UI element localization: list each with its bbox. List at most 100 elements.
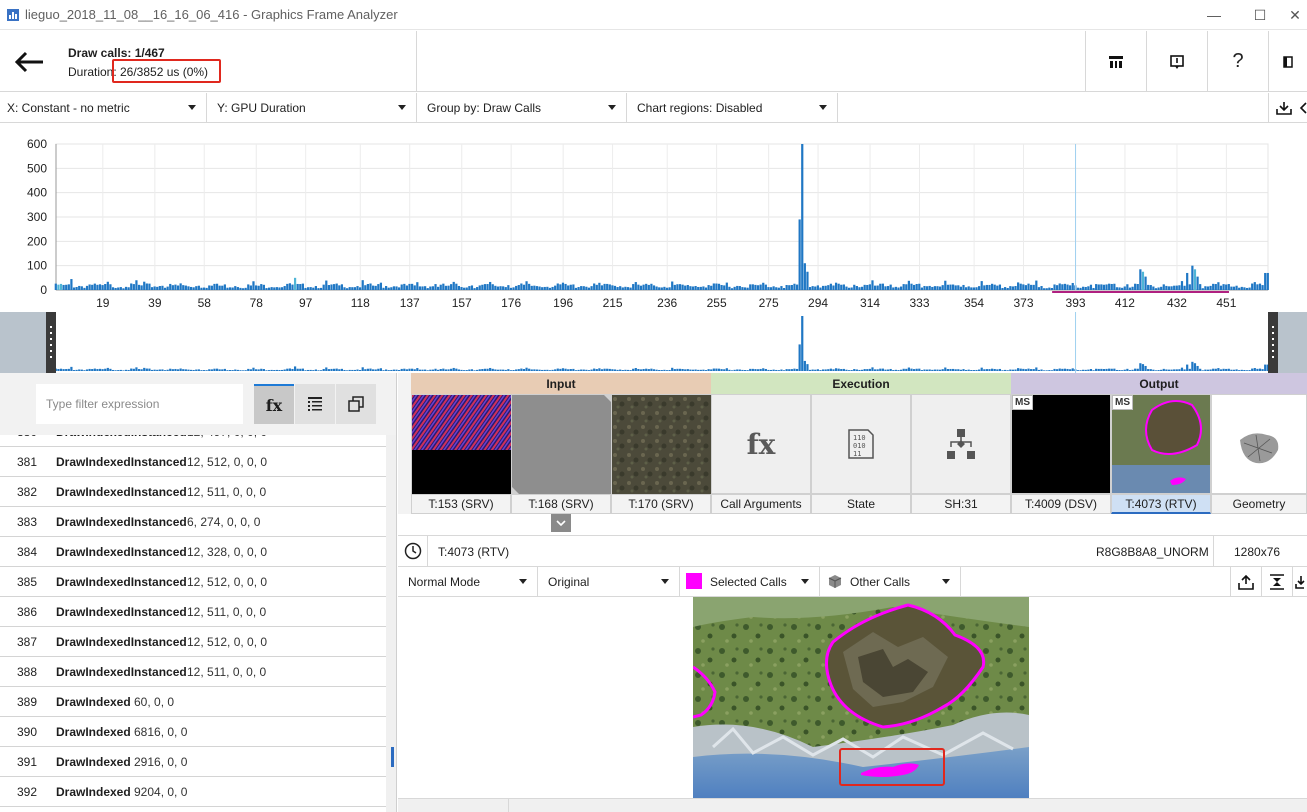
chart-bar[interactable]: [873, 285, 877, 290]
chart-bar[interactable]: [169, 283, 172, 290]
chart-bar[interactable]: [749, 284, 752, 290]
chart-bar[interactable]: [478, 285, 481, 290]
chart-bar[interactable]: [795, 284, 799, 290]
chart-bar[interactable]: [369, 283, 372, 290]
save-image-button[interactable]: [1292, 567, 1307, 596]
chart-bar[interactable]: [1219, 285, 1223, 290]
chart-bar[interactable]: [788, 285, 791, 290]
chart-bar[interactable]: [260, 284, 263, 290]
chart-bar[interactable]: [520, 283, 523, 290]
chart-bar[interactable]: [1115, 287, 1119, 290]
chart-bar[interactable]: [512, 287, 515, 290]
chart-bar[interactable]: [455, 283, 458, 290]
chart-bar[interactable]: [390, 287, 393, 290]
chart-bar[interactable]: [587, 287, 591, 290]
chart-bar[interactable]: [972, 287, 976, 290]
chart-bar[interactable]: [1134, 283, 1137, 290]
chart-bar[interactable]: [322, 284, 325, 290]
chart-bar[interactable]: [582, 286, 585, 290]
chart-bar[interactable]: [489, 281, 492, 290]
minimize-button[interactable]: —: [1191, 0, 1237, 30]
chart-bar[interactable]: [1245, 287, 1249, 290]
draw-call-row[interactable]: 389 DrawIndexed 60, 0, 0: [0, 687, 386, 717]
chart-bar[interactable]: [1147, 284, 1150, 290]
chart-bar[interactable]: [603, 283, 606, 290]
chart-bar[interactable]: [111, 287, 115, 290]
chart-bar[interactable]: [239, 287, 242, 290]
chart-bar[interactable]: [1110, 283, 1113, 290]
chart-bar[interactable]: [395, 286, 398, 290]
overview-left-handle[interactable]: [46, 312, 56, 373]
chart-bar[interactable]: [608, 284, 611, 290]
chart-bar[interactable]: [1154, 288, 1158, 290]
chart-bar[interactable]: [567, 285, 570, 290]
chart-overview-scrubber[interactable]: [0, 312, 1307, 373]
chart-bar[interactable]: [192, 287, 195, 290]
chart-bar[interactable]: [621, 287, 624, 290]
chart-bar[interactable]: [343, 287, 346, 290]
chart-bar[interactable]: [236, 287, 239, 290]
chart-bar[interactable]: [145, 283, 148, 290]
chart-bar[interactable]: [772, 286, 775, 290]
chart-bar[interactable]: [1076, 287, 1080, 290]
chart-bar[interactable]: [166, 286, 169, 290]
chart-bar[interactable]: [280, 287, 284, 290]
chart-bar[interactable]: [208, 285, 211, 290]
draw-call-row[interactable]: 385 DrawIndexedInstanced 12, 512, 0, 0, 0: [0, 567, 386, 597]
chart-bar[interactable]: [481, 284, 484, 290]
chart-bar[interactable]: [691, 286, 695, 290]
info-button[interactable]: [1146, 31, 1207, 92]
chart-bar[interactable]: [226, 287, 229, 290]
chart-bar[interactable]: [1209, 285, 1212, 290]
chart-bar[interactable]: [1131, 286, 1134, 290]
y-metric-dropdown[interactable]: Y: GPU Duration: [207, 93, 417, 123]
chart-bar[interactable]: [476, 287, 479, 290]
chart-bar[interactable]: [273, 287, 276, 290]
chart-bar[interactable]: [712, 283, 715, 290]
chart-bar[interactable]: [593, 283, 596, 290]
chart-bar[interactable]: [1136, 284, 1139, 290]
render-target-thumbnail[interactable]: MS: [1111, 394, 1211, 494]
chart-bar[interactable]: [254, 285, 258, 290]
chart-bar[interactable]: [137, 284, 141, 290]
chart-bar[interactable]: [470, 285, 474, 290]
chart-bar[interactable]: [889, 284, 892, 290]
chart-bar[interactable]: [174, 284, 177, 290]
chart-bar[interactable]: [1170, 286, 1173, 290]
chart-bar[interactable]: [418, 286, 422, 290]
chart-bar[interactable]: [75, 286, 78, 290]
chart-bar[interactable]: [197, 285, 200, 290]
chart-bar[interactable]: [725, 282, 728, 290]
chart-bar[interactable]: [119, 287, 122, 290]
chart-bar[interactable]: [756, 285, 760, 290]
chart-bar[interactable]: [1084, 286, 1087, 290]
chart-bar[interactable]: [1102, 284, 1106, 290]
texture-thumbnail-t168[interactable]: [511, 394, 612, 495]
back-button[interactable]: [0, 31, 57, 92]
chart-bar[interactable]: [1173, 285, 1176, 290]
chart-scroll-left[interactable]: [1298, 93, 1307, 123]
shader-tile[interactable]: [911, 394, 1011, 494]
chart-bar[interactable]: [195, 286, 198, 290]
chart-bar[interactable]: [842, 284, 845, 290]
export-image-button[interactable]: [1230, 567, 1261, 596]
chart-bar[interactable]: [1235, 285, 1238, 290]
chart-bar[interactable]: [306, 287, 310, 290]
chart-bar[interactable]: [1118, 287, 1121, 290]
chart-bar[interactable]: [1050, 288, 1054, 290]
chart-bar[interactable]: [751, 284, 754, 290]
draw-call-row[interactable]: 387 DrawIndexedInstanced 12, 512, 0, 0, 0: [0, 627, 386, 657]
chart-bar[interactable]: [702, 286, 705, 290]
chart-bar[interactable]: [65, 284, 68, 290]
chart-bar[interactable]: [78, 285, 81, 290]
chart-bar[interactable]: [356, 286, 359, 290]
chart-bar[interactable]: [1144, 276, 1147, 290]
chart-canvas[interactable]: 0100200300400500600 19 39 58 78 97 118 137 157 1…: [0, 124, 1307, 312]
chart-bar[interactable]: [629, 287, 632, 290]
chart-bar[interactable]: [951, 284, 955, 290]
chart-bar[interactable]: [156, 286, 159, 290]
chart-bar[interactable]: [257, 285, 260, 290]
chart-bar[interactable]: [213, 283, 216, 290]
chart-bar[interactable]: [686, 285, 689, 290]
chart-bar[interactable]: [85, 285, 89, 290]
